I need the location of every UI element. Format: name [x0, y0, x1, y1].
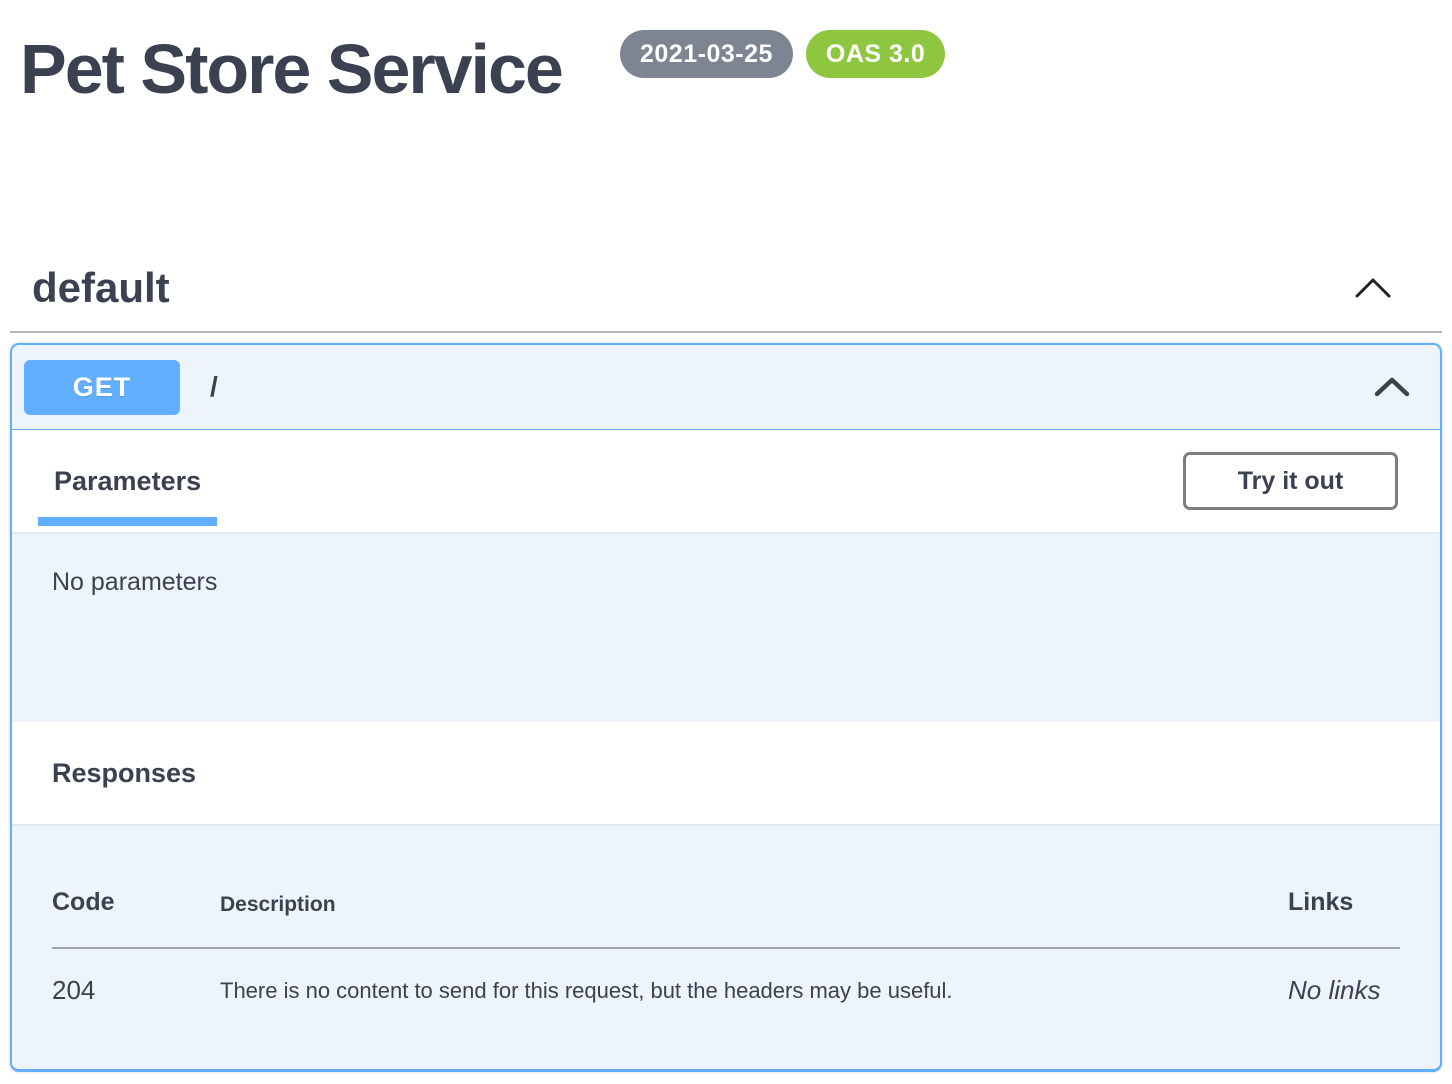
opblock-summary[interactable]: GET / [12, 345, 1440, 430]
tag-default-header[interactable]: default [10, 244, 1442, 332]
title-badges: 2021-03-25 OAS 3.0 [620, 30, 945, 78]
page-title: Pet Store Service [20, 34, 562, 104]
opblock-get-root: GET / Parameters Try it out No parameter… [10, 343, 1442, 1072]
parameters-section-header: Parameters Try it out [12, 430, 1440, 532]
chevron-up-icon[interactable] [1354, 276, 1392, 300]
try-it-out-button[interactable]: Try it out [1183, 452, 1398, 510]
table-row: 204 There is no content to send for this… [52, 975, 1400, 1006]
no-parameters-text: No parameters [12, 532, 1440, 722]
response-code: 204 [52, 975, 220, 1006]
table-divider [52, 947, 1400, 949]
responses-section-header: Responses [12, 722, 1440, 824]
operation-path: / [210, 371, 218, 403]
tag-name: default [32, 264, 170, 312]
chevron-up-icon[interactable] [1374, 377, 1410, 397]
oas-version-badge: OAS 3.0 [806, 30, 945, 78]
tab-parameters[interactable]: Parameters [38, 430, 217, 532]
responses-title: Responses [52, 758, 196, 789]
column-header-description: Description [220, 893, 1288, 917]
responses-table-header-row: Code Description Links [52, 888, 1400, 917]
response-links: No links [1288, 975, 1400, 1006]
version-badge: 2021-03-25 [620, 30, 793, 78]
response-description: There is no content to send for this req… [220, 975, 1288, 1004]
tag-divider [10, 331, 1442, 333]
column-header-links: Links [1288, 888, 1400, 917]
get-method-badge: GET [24, 360, 180, 415]
responses-table: Code Description Links 204 There is no c… [12, 888, 1440, 1006]
swagger-ui-page: Pet Store Service 2021-03-25 OAS 3.0 def… [0, 0, 1452, 1084]
column-header-code: Code [52, 888, 220, 917]
